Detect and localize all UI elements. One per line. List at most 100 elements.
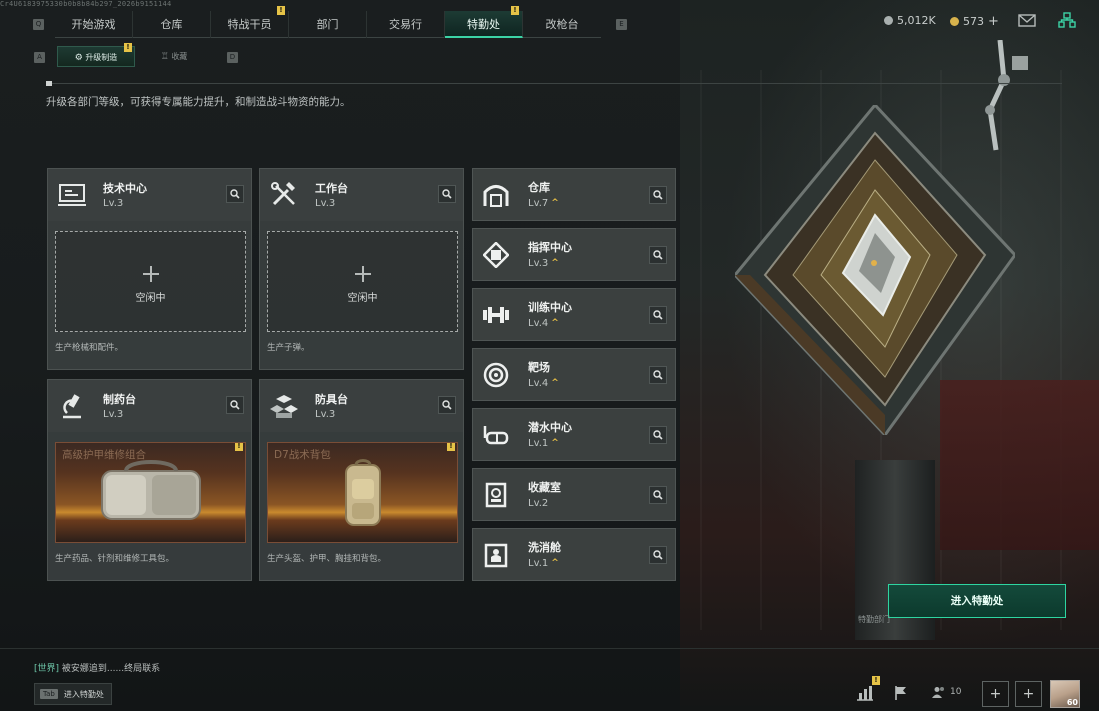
tab-special-ops[interactable]: 特勤处! — [445, 6, 523, 38]
subtab-label: 升级制造 — [85, 53, 118, 62]
tab-label: 部门 — [316, 18, 339, 31]
search-icon — [653, 550, 663, 560]
inspect-button[interactable] — [649, 246, 667, 264]
plus-icon — [354, 266, 371, 282]
add-party-slot-2[interactable]: + — [1015, 681, 1042, 707]
upgrade-available-icon: ^ — [551, 378, 559, 388]
stats-button[interactable]: ! — [852, 676, 880, 706]
inspect-button[interactable] — [438, 396, 456, 414]
tab-warehouse[interactable]: 仓库 — [133, 11, 211, 38]
gold-currency[interactable]: 573 + — [950, 14, 999, 29]
mail-icon[interactable] — [1018, 12, 1036, 28]
department-card-collection-room[interactable]: 收藏室 Lv.2 — [472, 468, 676, 521]
subtab-label: 收藏 — [171, 52, 188, 61]
card-footer: 生产药品、针剂和维修工具包。 — [55, 554, 175, 564]
notification-badge: ! — [235, 443, 243, 451]
subtab-upgrade-manufacture[interactable]: ⚙ 升级制造 ! — [57, 43, 135, 67]
tab-departments[interactable]: 部门 — [289, 11, 367, 38]
department-card-training-center[interactable]: 训练中心 Lv.4 ^ — [472, 288, 676, 341]
department-level: Lv.4 ^ — [528, 318, 559, 329]
production-slot-active[interactable]: D7战术背包 ! — [267, 442, 458, 543]
gear-icon: ⚙ — [74, 53, 83, 63]
production-slot-empty[interactable]: 空闲中 — [55, 231, 246, 332]
inspect-button[interactable] — [649, 306, 667, 324]
department-card-command-center[interactable]: 指挥中心 Lv.3 ^ — [472, 228, 676, 281]
inspect-button[interactable] — [649, 426, 667, 444]
production-slot-empty[interactable]: 空闲中 — [267, 231, 458, 332]
department-card-shooting-range[interactable]: 靶场 Lv.4 ^ — [472, 348, 676, 401]
inspect-button[interactable] — [226, 396, 244, 414]
tab-label: 特勤处 — [467, 18, 500, 31]
department-name: 指挥中心 — [528, 241, 572, 254]
tab-label: 改枪台 — [545, 18, 579, 31]
plus-icon: + — [1022, 686, 1035, 702]
add-party-slot-1[interactable]: + — [982, 681, 1009, 707]
tab-key: Tab — [40, 689, 58, 699]
production-card-armor-bench[interactable]: 防具台 Lv.3 D7战术背包 ! 生产头盔、护甲、胸挂和背包。 — [259, 379, 464, 581]
department-level: Lv.3 ^ — [528, 258, 559, 269]
department-level: Lv.3 — [103, 409, 124, 420]
flag-button[interactable] — [888, 680, 914, 706]
inspect-button[interactable] — [438, 185, 456, 203]
upgrade-available-icon: ^ — [551, 198, 559, 208]
computer-icon — [48, 169, 96, 221]
search-icon — [653, 490, 663, 500]
department-level: Lv.3 — [103, 198, 124, 209]
search-icon — [442, 400, 452, 410]
header-divider — [46, 83, 1062, 84]
search-icon — [442, 189, 452, 199]
department-level: Lv.1 ^ — [528, 438, 559, 449]
inspect-button[interactable] — [226, 185, 244, 203]
production-card-tech-center[interactable]: 技术中心 Lv.3 空闲中 生产枪械和配件。 — [47, 168, 252, 370]
tab-shortcut-hint[interactable]: Tab 进入特勤处 — [34, 683, 112, 705]
friends-count: 10 — [950, 687, 962, 697]
department-level: Lv.3 — [315, 409, 336, 420]
inspect-button[interactable] — [649, 546, 667, 564]
notification-badge: ! — [511, 6, 519, 15]
department-card-decontamination[interactable]: 洗消舱 Lv.1 ^ — [472, 528, 676, 581]
enter-special-ops-button[interactable]: 进入特勤处 — [888, 584, 1066, 618]
production-slot-active[interactable]: 高级护甲维修组合 ! — [55, 442, 246, 543]
hotkey-prev-tab: Q — [33, 19, 44, 30]
tab-label: 开始游戏 — [71, 18, 116, 31]
target-icon — [473, 349, 519, 400]
upgrade-available-icon: ^ — [551, 318, 559, 328]
tab-start-game[interactable]: 开始游戏 — [55, 11, 133, 38]
friends-icon — [932, 687, 944, 698]
add-gold-button[interactable]: + — [988, 14, 999, 29]
department-level: Lv.7 ^ — [528, 198, 559, 209]
production-card-workbench[interactable]: 工作台 Lv.3 空闲中 生产子弹。 — [259, 168, 464, 370]
boxes-icon — [260, 380, 308, 432]
silver-coin-icon — [884, 16, 893, 25]
friends-online[interactable]: 10 — [932, 686, 961, 698]
search-icon — [653, 250, 663, 260]
idle-label: 空闲中 — [347, 293, 378, 304]
system-info-line: Cr4U6183975330b0b8b84b297_2026b9151144 — [0, 0, 172, 8]
gold-amount: 573 — [963, 15, 984, 28]
chat-message[interactable]: [世界] 被安娜追到......终局联系 — [34, 661, 160, 674]
inspect-button[interactable] — [649, 486, 667, 504]
warehouse-icon — [473, 169, 519, 220]
department-card-diving-center[interactable]: 潜水中心 Lv.1 ^ — [472, 408, 676, 461]
tab-operators[interactable]: 特战干员! — [211, 6, 289, 38]
inspect-button[interactable] — [649, 186, 667, 204]
player-avatar[interactable]: 60 — [1050, 680, 1080, 708]
department-name: 防具台 — [315, 393, 348, 406]
bottom-divider — [0, 648, 1099, 649]
sub-navigation: ⚙ 升级制造 ! ♖ 收藏 — [57, 43, 213, 67]
silver-currency[interactable]: 5,012K — [884, 14, 936, 27]
production-card-pharmacy[interactable]: 制药台 Lv.3 高级护甲维修组合 ! 生产药品、针剂和维修工具包。 — [47, 379, 252, 581]
plus-icon: + — [989, 686, 1002, 702]
network-icon[interactable] — [1058, 12, 1076, 28]
tab-label: 仓库 — [160, 18, 183, 31]
inspect-button[interactable] — [649, 366, 667, 384]
card-footer: 生产头盔、护甲、胸挂和背包。 — [267, 554, 387, 564]
tab-gunsmith[interactable]: 改枪台 — [523, 11, 601, 38]
tab-trading[interactable]: 交易行 — [367, 11, 445, 38]
subtab-collection[interactable]: ♖ 收藏 — [135, 46, 213, 67]
tab-label: 特战干员 — [227, 18, 272, 31]
card-footer: 生产子弹。 — [267, 343, 310, 353]
department-card-warehouse[interactable]: 仓库 Lv.7 ^ — [472, 168, 676, 221]
chip-icon — [473, 229, 519, 280]
microscope-icon — [48, 380, 96, 432]
